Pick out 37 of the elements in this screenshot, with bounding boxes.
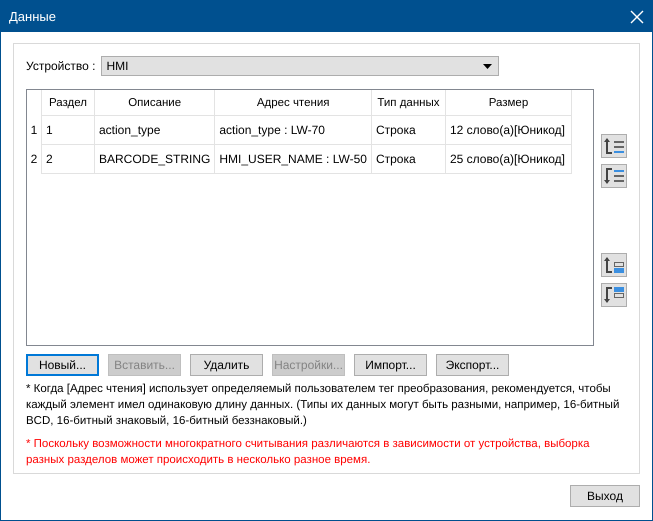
row-number: 2 [27, 144, 42, 174]
device-dropdown[interactable]: HMI [101, 56, 500, 76]
column-header: Адрес чтения [214, 90, 372, 116]
table-cell: 25 слово(а)[Юникод] [445, 144, 572, 174]
action-button[interactable]: Удалить [190, 354, 263, 376]
move-icon [603, 285, 625, 305]
table-cell: action_type [94, 116, 215, 144]
action-button[interactable]: Импорт... [354, 354, 427, 376]
table-cell: 2 [42, 144, 94, 174]
note-text: * Поскольку возможности многократного считывания различаются в зависимости от устройства, выборка разных разделов может происходить в несколько разное время. [26, 437, 591, 468]
window-title: Данные [9, 9, 56, 24]
table-cell: BARCODE_STRING [94, 144, 215, 174]
move-icon [603, 255, 625, 275]
column-header: Описание [94, 90, 215, 116]
dropdown-arrow-icon [483, 64, 492, 68]
row-number: 1 [27, 116, 42, 144]
move-icon [603, 136, 625, 156]
close-icon[interactable] [630, 10, 644, 24]
table-cell: HMI_USER_NAME : LW-50 [214, 144, 372, 174]
note-text: * Когда [Адрес чтения] использует определяемый пользователем тег преобразования, рекомендуется, чтобы каждый элемент имел одинаковую длину данных. (Типы их данных могут быть разными, например, 16-битный BCD, 16-битный знаковый, 16-битный беззнаковый.) [26, 382, 620, 429]
device-label: Устройство : [26, 59, 96, 73]
action-button[interactable]: Новый... [26, 354, 99, 376]
column-header: Раздел [42, 90, 94, 116]
table-cell: Строка [371, 144, 446, 174]
move-button[interactable] [601, 134, 627, 158]
table-cell: 12 слово(а)[Юникод] [445, 116, 572, 144]
column-header: Тип данных [371, 90, 446, 116]
move-button[interactable] [601, 253, 627, 277]
action-button[interactable]: Экспорт... [436, 354, 509, 376]
table-cell: Строка [371, 116, 446, 144]
column-header: Размер [445, 90, 572, 116]
exit-button[interactable]: Выход [570, 485, 640, 507]
move-button[interactable] [601, 283, 627, 307]
move-icon [603, 166, 625, 186]
table-cell: action_type : LW-70 [214, 116, 372, 144]
table-cell: 1 [42, 116, 94, 144]
move-button[interactable] [601, 164, 627, 188]
